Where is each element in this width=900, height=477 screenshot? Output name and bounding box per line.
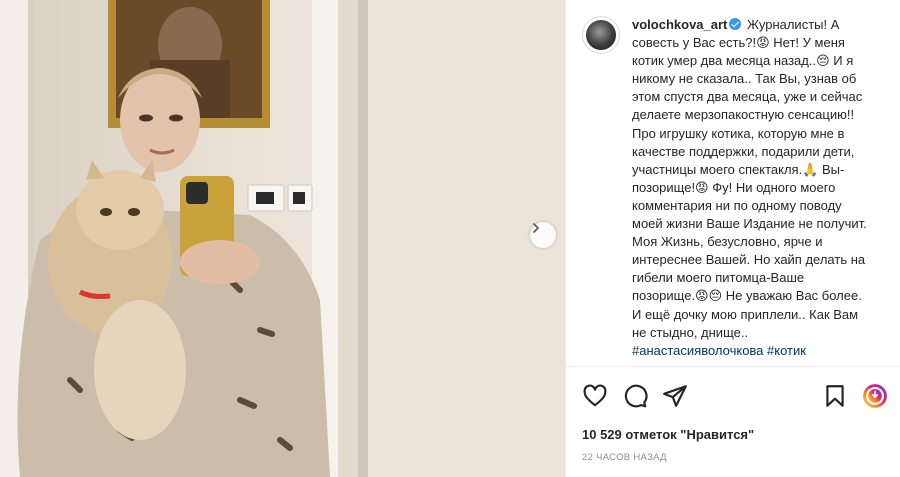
caption-line: Журналисты! А (747, 17, 840, 32)
caption-line: качестве поддержки, подарили дети, (632, 143, 855, 159)
next-photo-button[interactable] (530, 222, 556, 248)
photo-illustration (0, 0, 565, 477)
caption-line: Про игрушку котика, которую мне в (632, 125, 845, 141)
caption-line: гибели моего питомца-Ваше (632, 270, 805, 286)
post-side-panel: volochkova_art Журналисты! А совесть у В… (565, 0, 900, 477)
save-button[interactable] (822, 383, 848, 409)
caption-line: моей жизни Ваше Издание не получит. (632, 216, 867, 232)
action-bar (582, 383, 887, 411)
heart-icon (583, 384, 607, 407)
caption-line: позорище!😡 Фу! Ни одного моего (632, 179, 836, 195)
likes-count[interactable]: 10 529 отметок "Нравится" (582, 427, 754, 442)
username-link[interactable]: volochkova_art (632, 17, 727, 32)
hashtag-link[interactable]: #котик (767, 343, 806, 358)
instagram-icon (863, 384, 887, 408)
caption-line: участницы моего спектакля.🙏 Вы- (632, 161, 845, 177)
avatar-image (586, 20, 616, 50)
caption-line: не стыдно, днище.. (632, 324, 749, 340)
caption-line: комментария ни по одному поводу (632, 197, 842, 213)
paper-plane-icon (663, 385, 687, 407)
comment-button[interactable] (622, 383, 648, 409)
verified-badge-icon (729, 18, 742, 30)
post-caption: volochkova_art Журналисты! А совесть у В… (566, 0, 900, 366)
hashtags: #анастасияволочкова #котик (632, 343, 806, 358)
caption-line: этом спустя два месяца, уже и сейчас (632, 89, 863, 105)
caption-line: котик умер два месяца назад..😔 И я (632, 53, 854, 69)
caption-line: интереснее Вашей. Но хайп делать на (632, 252, 866, 268)
chevron-right-icon (533, 223, 539, 233)
caption-line: Моя Жизнь, безусловно, ярче и (632, 234, 823, 250)
instagram-button[interactable] (862, 383, 888, 409)
caption-line: никому не сказала.. Так Вы, узнав об (632, 71, 857, 87)
caption-line: совесть у Вас есть?!😡 Нет! У меня (632, 35, 845, 51)
caption-line: делаете мерзопакостную сенсацию!! (632, 107, 855, 123)
comment-icon (624, 384, 648, 408)
post-photo[interactable] (0, 0, 565, 477)
caption-line: позорище.😡😔 Не уважаю Вас более. (632, 288, 862, 304)
avatar[interactable] (582, 16, 620, 54)
hashtag-link[interactable]: #анастасияволочкова (632, 343, 763, 358)
divider (566, 366, 900, 367)
bookmark-icon (826, 385, 844, 407)
caption-line: И ещё дочку мою приплели.. Как Вам (632, 306, 859, 322)
like-button[interactable] (582, 383, 608, 409)
post-timestamp[interactable]: 22 часов назад (582, 452, 667, 463)
caption-body: volochkova_art Журналисты! А совесть у В… (632, 16, 887, 360)
share-button[interactable] (662, 383, 688, 409)
